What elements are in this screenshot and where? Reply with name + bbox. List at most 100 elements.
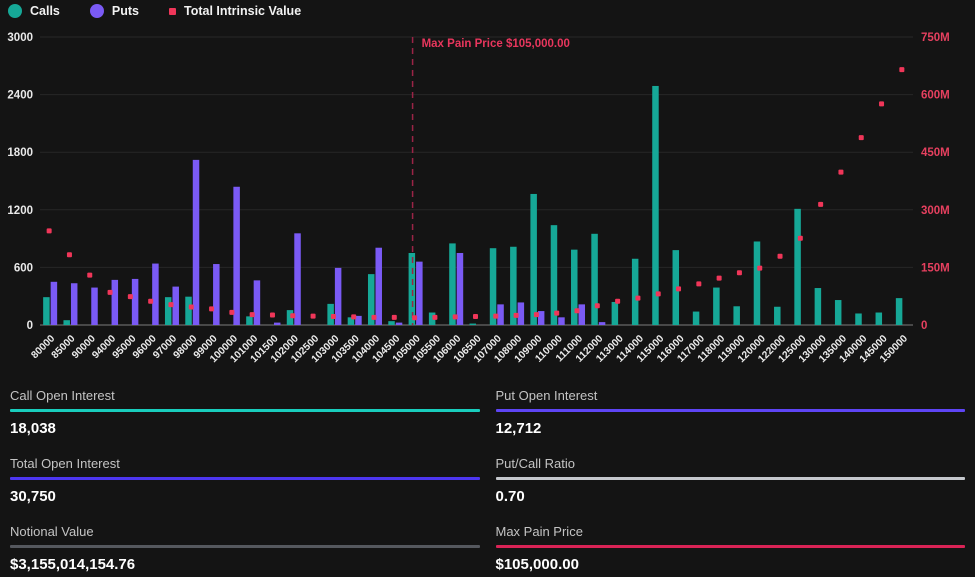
stat-card-total-open-interest: Total Open Interest 30,750 [10,457,480,504]
stat-accent-bar [496,477,966,480]
put-bar [213,264,220,325]
intrinsic-value-dot [67,252,72,257]
puts-swatch-icon [90,4,104,18]
call-bar [754,241,761,325]
call-bar [490,248,497,325]
call-bar [530,194,537,325]
call-bar [774,307,781,325]
call-bar [612,302,619,325]
intrinsic-value-dot [493,314,498,319]
intrinsic-value-dot [656,291,661,296]
calls-swatch-icon [8,4,22,18]
intrinsic-value-dot [128,294,133,299]
call-bar [815,288,822,325]
stat-card-call-open-interest: Call Open Interest 18,038 [10,389,480,436]
legend-item-calls[interactable]: Calls [8,4,60,18]
intrinsic-value-dot [87,273,92,278]
put-bar [51,282,58,325]
stat-accent-bar [496,409,966,412]
put-bar [71,283,78,325]
intrinsic-value-dot [290,313,295,318]
call-bar [470,324,477,325]
call-bar [165,297,172,325]
intrinsic-value-dot [859,135,864,140]
intrinsic-value-dot [392,315,397,320]
put-bar [579,304,586,325]
open-interest-chart[interactable]: 060012001800240030000150M300M450M600M750… [0,0,975,388]
intrinsic-value-dot [575,308,580,313]
intrinsic-swatch-icon [169,8,176,15]
intrinsic-value-dot [676,286,681,291]
stat-card-notional-value: Notional Value $3,155,014,154.76 [10,525,480,572]
call-bar [855,313,862,325]
call-bar [652,86,659,325]
left-axis-tick-label: 3000 [7,32,33,44]
call-bar [876,313,883,325]
stat-value: 30,750 [10,489,480,504]
intrinsic-value-dot [108,290,113,295]
put-bar [457,253,464,325]
stat-accent-bar [10,545,480,548]
stat-label: Max Pain Price [496,525,966,538]
intrinsic-value-dot [757,266,762,271]
intrinsic-value-dot [696,281,701,286]
left-axis-tick-label: 1200 [7,205,33,217]
put-bar [112,280,119,325]
call-bar [794,209,801,325]
call-bar [835,300,842,325]
call-bar [185,297,192,325]
call-bar [896,298,903,325]
intrinsic-value-dot [432,315,437,320]
intrinsic-value-dot [635,296,640,301]
right-axis-tick-label: 450M [921,147,950,159]
intrinsic-value-dot [615,299,620,304]
intrinsic-value-dot [899,67,904,72]
chart-area: 060012001800240030000150M300M450M600M750… [0,0,975,388]
stat-value: $3,155,014,154.76 [10,557,480,572]
stat-value: 0.70 [496,489,966,504]
intrinsic-value-dot [148,299,153,304]
intrinsic-value-dot [818,202,823,207]
put-bar [91,288,98,325]
legend-item-total-intrinsic-value[interactable]: Total Intrinsic Value [169,4,301,18]
stat-label: Put/Call Ratio [496,457,966,470]
put-bar [233,187,240,325]
right-axis-tick-label: 750M [921,32,950,44]
options-open-interest-dashboard: 060012001800240030000150M300M450M600M750… [0,0,975,577]
call-bar [63,320,70,325]
chart-legend: Calls Puts Total Intrinsic Value [8,4,301,18]
intrinsic-value-dot [737,270,742,275]
intrinsic-value-dot [412,315,417,320]
call-bar [591,234,598,325]
intrinsic-value-dot [838,170,843,175]
intrinsic-value-dot [229,310,234,315]
legend-label: Total Intrinsic Value [184,4,301,18]
stats-panel: Call Open Interest 18,038 Put Open Inter… [0,385,975,577]
max-pain-annotation: Max Pain Price $105,000.00 [422,38,570,50]
intrinsic-value-dot [778,254,783,259]
intrinsic-value-dot [209,306,214,311]
call-bar [449,243,456,325]
stat-label: Total Open Interest [10,457,480,470]
put-bar [152,264,159,325]
call-bar [551,225,558,325]
stat-label: Put Open Interest [496,389,966,402]
left-axis-tick-label: 2400 [7,90,33,102]
stat-accent-bar [496,545,966,548]
stat-label: Call Open Interest [10,389,480,402]
intrinsic-value-dot [250,312,255,317]
right-axis-tick-label: 150M [921,262,950,274]
legend-item-puts[interactable]: Puts [90,4,139,18]
put-bar [254,280,261,325]
right-axis-tick-label: 600M [921,90,950,102]
call-bar [632,259,639,325]
intrinsic-value-dot [351,314,356,319]
stat-card-put-call-ratio: Put/Call Ratio 0.70 [496,457,966,504]
stat-accent-bar [10,409,480,412]
intrinsic-value-dot [879,101,884,106]
stat-label: Notional Value [10,525,480,538]
call-bar [43,297,50,325]
legend-label: Puts [112,4,139,18]
call-bar [388,321,395,325]
left-axis-tick-label: 1800 [7,147,33,159]
